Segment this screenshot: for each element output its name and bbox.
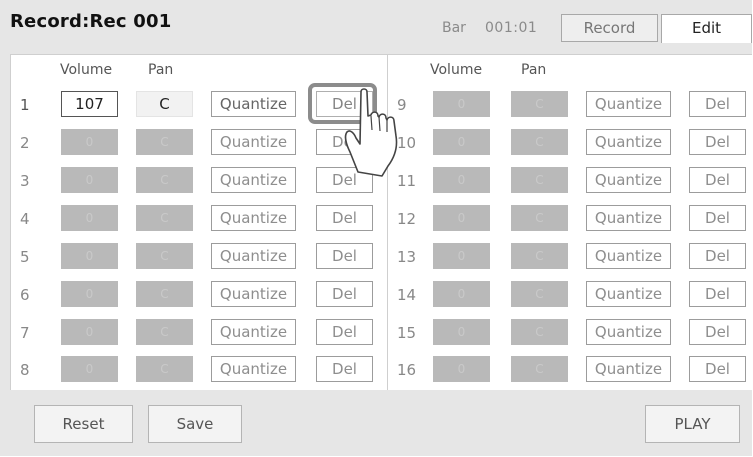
quantize-button[interactable]: Quantize: [586, 167, 671, 193]
pan-field[interactable]: C: [511, 281, 568, 307]
del-button[interactable]: Del: [689, 243, 746, 269]
del-button[interactable]: Del: [689, 205, 746, 231]
quantize-button[interactable]: Quantize: [211, 205, 296, 231]
pan-field[interactable]: C: [511, 205, 568, 231]
quantize-button[interactable]: Quantize: [211, 91, 296, 117]
del-button[interactable]: Del: [689, 356, 746, 382]
track-number: 4: [20, 210, 30, 228]
volume-field[interactable]: 0: [61, 167, 118, 193]
del-button[interactable]: Del: [689, 91, 746, 117]
volume-field[interactable]: 0: [433, 356, 490, 382]
pan-header-right: Pan: [521, 62, 547, 78]
track-number: 8: [20, 361, 30, 379]
pan-field[interactable]: C: [136, 356, 193, 382]
quantize-button[interactable]: Quantize: [586, 281, 671, 307]
volume-field[interactable]: 0: [61, 319, 118, 345]
pan-field[interactable]: C: [511, 129, 568, 155]
volume-field[interactable]: 0: [61, 205, 118, 231]
bar-position: 001:01: [485, 20, 538, 36]
quantize-button[interactable]: Quantize: [211, 243, 296, 269]
quantize-button[interactable]: Quantize: [586, 91, 671, 117]
track-number: 13: [397, 248, 417, 266]
pan-field[interactable]: C: [136, 91, 193, 117]
pan-field[interactable]: C: [511, 319, 568, 345]
del-button[interactable]: Del: [316, 205, 373, 231]
volume-field[interactable]: 0: [433, 205, 490, 231]
pan-field[interactable]: C: [511, 167, 568, 193]
volume-field[interactable]: 107: [61, 91, 118, 117]
quantize-button[interactable]: Quantize: [586, 205, 671, 231]
del-button[interactable]: Del: [689, 319, 746, 345]
pan-field[interactable]: C: [136, 205, 193, 231]
del-button[interactable]: Del: [689, 167, 746, 193]
track-number: 2: [20, 134, 30, 152]
quantize-button[interactable]: Quantize: [211, 281, 296, 307]
quantize-button[interactable]: Quantize: [586, 243, 671, 269]
tab-record[interactable]: Record: [561, 14, 658, 42]
volume-field[interactable]: 0: [433, 129, 490, 155]
pan-field[interactable]: C: [511, 91, 568, 117]
track-number: 12: [397, 210, 417, 228]
pan-field[interactable]: C: [136, 281, 193, 307]
pan-header-left: Pan: [148, 62, 174, 78]
pan-field[interactable]: C: [136, 243, 193, 269]
track-number: 3: [20, 172, 30, 190]
pan-field[interactable]: C: [511, 243, 568, 269]
tab-edit[interactable]: Edit: [661, 14, 752, 43]
del-button[interactable]: Del: [689, 129, 746, 155]
volume-field[interactable]: 0: [433, 319, 490, 345]
reset-button[interactable]: Reset: [34, 405, 133, 443]
del-button[interactable]: Del: [316, 243, 373, 269]
page-title: Record:Rec 001: [10, 11, 172, 32]
play-button[interactable]: PLAY: [645, 405, 740, 443]
bar-label: Bar: [442, 20, 466, 36]
volume-header-left: Volume: [60, 62, 113, 78]
track-number: 16: [397, 361, 417, 379]
volume-field[interactable]: 0: [433, 91, 490, 117]
quantize-button[interactable]: Quantize: [586, 356, 671, 382]
track-number: 5: [20, 248, 30, 266]
volume-field[interactable]: 0: [433, 281, 490, 307]
volume-field[interactable]: 0: [433, 243, 490, 269]
quantize-button[interactable]: Quantize: [211, 319, 296, 345]
track-number: 1: [20, 96, 30, 114]
quantize-button[interactable]: Quantize: [586, 319, 671, 345]
pointing-hand-icon: [344, 88, 398, 177]
volume-field[interactable]: 0: [61, 243, 118, 269]
quantize-button[interactable]: Quantize: [211, 356, 296, 382]
quantize-button[interactable]: Quantize: [211, 167, 296, 193]
pan-field[interactable]: C: [511, 356, 568, 382]
track-number: 14: [397, 286, 417, 304]
del-button[interactable]: Del: [316, 281, 373, 307]
quantize-button[interactable]: Quantize: [211, 129, 296, 155]
track-number: 6: [20, 286, 30, 304]
pan-field[interactable]: C: [136, 129, 193, 155]
del-button[interactable]: Del: [689, 281, 746, 307]
save-button[interactable]: Save: [148, 405, 242, 443]
record-edit-screen: Record:Rec 001 Bar 001:01 Record Edit Vo…: [0, 0, 752, 456]
title-bar: Record:Rec 001 Bar 001:01 Record Edit: [0, 0, 752, 43]
track-number: 15: [397, 324, 417, 342]
del-button[interactable]: Del: [316, 319, 373, 345]
volume-header-right: Volume: [430, 62, 483, 78]
del-button[interactable]: Del: [316, 356, 373, 382]
pan-field[interactable]: C: [136, 319, 193, 345]
pan-field[interactable]: C: [136, 167, 193, 193]
volume-field[interactable]: 0: [61, 129, 118, 155]
track-number: 7: [20, 324, 30, 342]
volume-field[interactable]: 0: [61, 281, 118, 307]
volume-field[interactable]: 0: [61, 356, 118, 382]
volume-field[interactable]: 0: [433, 167, 490, 193]
quantize-button[interactable]: Quantize: [586, 129, 671, 155]
